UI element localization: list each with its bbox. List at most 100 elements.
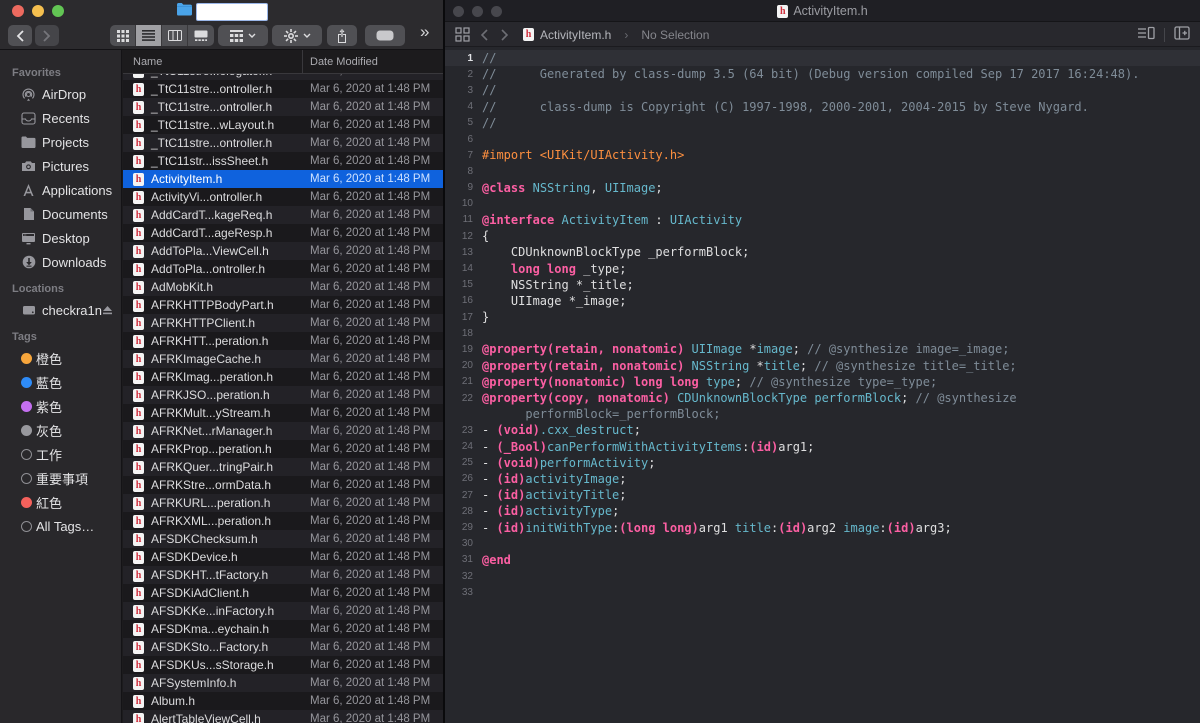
- tag-button[interactable]: [365, 25, 405, 46]
- forward-button[interactable]: [35, 25, 59, 46]
- share-button[interactable]: [327, 25, 357, 46]
- line-number[interactable]: 21: [445, 376, 482, 387]
- line-number[interactable]: 27: [445, 490, 482, 501]
- sidebar-item--[interactable]: 重要事項: [0, 466, 121, 490]
- line-number[interactable]: 25: [445, 457, 482, 468]
- list-item[interactable]: hAFSDKHT...tFactory.hMar 6, 2020 at 1:48…: [123, 566, 443, 584]
- list-item[interactable]: h_TtC11stre...ontroller.hMar 6, 2020 at …: [123, 98, 443, 116]
- line-number[interactable]: 24: [445, 441, 482, 452]
- list-item[interactable]: hAFSDKSto...Factory.hMar 6, 2020 at 1:48…: [123, 638, 443, 656]
- line-number[interactable]: 8: [445, 166, 482, 177]
- line-number[interactable]: 16: [445, 295, 482, 306]
- line-number[interactable]: 26: [445, 473, 482, 484]
- list-item[interactable]: hActivityVi...ontroller.hMar 6, 2020 at …: [123, 188, 443, 206]
- line-number[interactable]: 1: [445, 53, 482, 64]
- list-item[interactable]: hAFRKStre...ormData.hMar 6, 2020 at 1:48…: [123, 476, 443, 494]
- line-number[interactable]: 28: [445, 506, 482, 517]
- line-number[interactable]: 19: [445, 344, 482, 355]
- code-editor[interactable]: 1//2// Generated by class-dump 3.5 (64 b…: [445, 47, 1200, 723]
- sidebar-item-all-tags-[interactable]: All Tags…: [0, 514, 121, 538]
- line-number[interactable]: 22: [445, 393, 482, 404]
- breadcrumb-selection[interactable]: No Selection: [641, 28, 709, 42]
- list-item[interactable]: hAFRKJSO...peration.hMar 6, 2020 at 1:48…: [123, 386, 443, 404]
- line-number[interactable]: 4: [445, 101, 482, 112]
- list-item[interactable]: hAFRKHTTPBodyPart.hMar 6, 2020 at 1:48 P…: [123, 296, 443, 314]
- list-item[interactable]: hAFRKXML...peration.hMar 6, 2020 at 1:48…: [123, 512, 443, 530]
- line-number[interactable]: 30: [445, 538, 482, 549]
- eject-icon[interactable]: [102, 303, 113, 318]
- zoom-button[interactable]: [52, 5, 64, 17]
- list-item[interactable]: hAFSDKDevice.hMar 6, 2020 at 1:48 PM: [123, 548, 443, 566]
- list-item[interactable]: hAFRKNet...rManager.hMar 6, 2020 at 1:48…: [123, 422, 443, 440]
- list-item[interactable]: hAddCardT...ageResp.hMar 6, 2020 at 1:48…: [123, 224, 443, 242]
- window-title-rename-field[interactable]: [196, 3, 268, 21]
- line-number[interactable]: 6: [445, 134, 482, 145]
- line-number[interactable]: 7: [445, 150, 482, 161]
- back-button[interactable]: [8, 25, 32, 46]
- line-number[interactable]: 13: [445, 247, 482, 258]
- list-item[interactable]: hAFRKURL...peration.hMar 6, 2020 at 1:48…: [123, 494, 443, 512]
- list-item[interactable]: hAddToPla...ViewCell.hMar 6, 2020 at 1:4…: [123, 242, 443, 260]
- line-number[interactable]: 14: [445, 263, 482, 274]
- line-number[interactable]: 29: [445, 522, 482, 533]
- list-item[interactable]: hAlbum.hMar 6, 2020 at 1:48 PM: [123, 692, 443, 710]
- sidebar-item-checkra1n[interactable]: checkra1n: [0, 298, 121, 322]
- jumpbar-back-button[interactable]: [480, 22, 488, 47]
- list-item[interactable]: hAFRKMult...yStream.hMar 6, 2020 at 1:48…: [123, 404, 443, 422]
- list-item[interactable]: hAFSDKKe...inFactory.hMar 6, 2020 at 1:4…: [123, 602, 443, 620]
- sidebar-item-recents[interactable]: Recents: [0, 106, 121, 130]
- sidebar-item-desktop[interactable]: Desktop: [0, 226, 121, 250]
- list-item[interactable]: hActivityItem.hMar 6, 2020 at 1:48 PM: [123, 170, 443, 188]
- line-number[interactable]: 23: [445, 425, 482, 436]
- list-item[interactable]: hAlertTableViewCell.hMar 6, 2020 at 1:48…: [123, 710, 443, 723]
- sidebar-item-pictures[interactable]: Pictures: [0, 154, 121, 178]
- close-button[interactable]: [12, 5, 24, 17]
- list-item[interactable]: h_TtC11stre...ontroller.hMar 6, 2020 at …: [123, 134, 443, 152]
- sidebar-item-downloads[interactable]: Downloads: [0, 250, 121, 274]
- sidebar-item-applications[interactable]: Applications: [0, 178, 121, 202]
- line-number[interactable]: 31: [445, 554, 482, 565]
- sidebar-item--[interactable]: 灰色: [0, 418, 121, 442]
- sidebar-item--[interactable]: 藍色: [0, 370, 121, 394]
- column-header-date-modified[interactable]: Date Modified: [303, 56, 378, 68]
- view-list-button[interactable]: [136, 25, 162, 46]
- list-item[interactable]: hAFSDKiAdClient.hMar 6, 2020 at 1:48 PM: [123, 584, 443, 602]
- sidebar-item--[interactable]: 橙色: [0, 346, 121, 370]
- action-menu-button[interactable]: [272, 25, 322, 46]
- sidebar-item--[interactable]: 工作: [0, 442, 121, 466]
- list-item[interactable]: hAdMobKit.hMar 6, 2020 at 1:48 PM: [123, 278, 443, 296]
- sidebar-item--[interactable]: 紅色: [0, 490, 121, 514]
- toolbar-overflow-button[interactable]: »: [420, 22, 427, 42]
- add-editor-icon[interactable]: [1174, 26, 1190, 43]
- line-number[interactable]: 11: [445, 214, 482, 225]
- jumpbar-forward-button[interactable]: [501, 22, 509, 47]
- list-item[interactable]: h_TtC11stre...wLayout.hMar 6, 2020 at 1:…: [123, 116, 443, 134]
- line-number[interactable]: 20: [445, 360, 482, 371]
- sidebar-item-documents[interactable]: Documents: [0, 202, 121, 226]
- list-item[interactable]: hAFRKProp...peration.hMar 6, 2020 at 1:4…: [123, 440, 443, 458]
- related-items-button[interactable]: [455, 22, 470, 47]
- line-number[interactable]: 5: [445, 117, 482, 128]
- view-columns-button[interactable]: [162, 25, 188, 46]
- line-number[interactable]: 9: [445, 182, 482, 193]
- line-number[interactable]: 2: [445, 69, 482, 80]
- view-icons-button[interactable]: [110, 25, 136, 46]
- list-item[interactable]: h_TtC11str...issSheet.hMar 6, 2020 at 1:…: [123, 152, 443, 170]
- line-number[interactable]: 17: [445, 312, 482, 323]
- list-item[interactable]: hAFRKImag...peration.hMar 6, 2020 at 1:4…: [123, 368, 443, 386]
- list-item[interactable]: hAFRKHTTPClient.hMar 6, 2020 at 1:48 PM: [123, 314, 443, 332]
- line-number[interactable]: 12: [445, 231, 482, 242]
- list-item[interactable]: hAFSDKChecksum.hMar 6, 2020 at 1:48 PM: [123, 530, 443, 548]
- line-number[interactable]: 32: [445, 571, 482, 582]
- line-number[interactable]: 33: [445, 587, 482, 598]
- column-header-name[interactable]: Name: [123, 50, 303, 73]
- list-item[interactable]: h_TtC11stre...ontroller.hMar 6, 2020 at …: [123, 80, 443, 98]
- group-by-button[interactable]: [218, 25, 268, 46]
- sidebar-item-projects[interactable]: Projects: [0, 130, 121, 154]
- list-item[interactable]: hAddToPla...ontroller.hMar 6, 2020 at 1:…: [123, 260, 443, 278]
- view-gallery-button[interactable]: [188, 25, 214, 46]
- line-number[interactable]: 18: [445, 328, 482, 339]
- list-item[interactable]: hAFRKImageCache.hMar 6, 2020 at 1:48 PM: [123, 350, 443, 368]
- list-item[interactable]: hAFSDKUs...sStorage.hMar 6, 2020 at 1:48…: [123, 656, 443, 674]
- line-number[interactable]: 3: [445, 85, 482, 96]
